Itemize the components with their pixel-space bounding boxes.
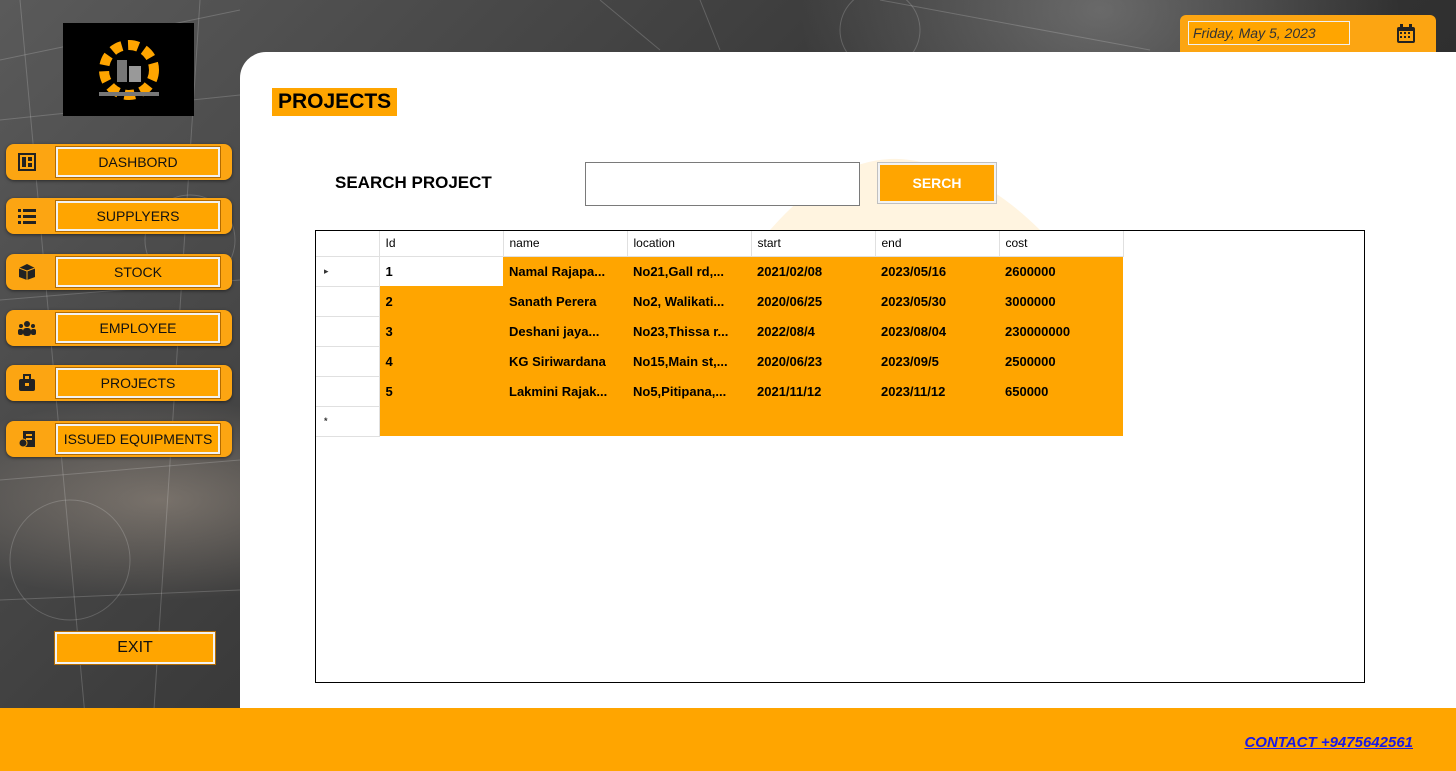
- company-logo: [63, 23, 194, 116]
- cell-start[interactable]: 2021/02/08: [751, 256, 875, 286]
- cell-cost[interactable]: 230000000: [999, 316, 1123, 346]
- new-row[interactable]: *: [316, 406, 1123, 437]
- cell-id[interactable]: 1: [379, 256, 503, 286]
- table-row[interactable]: 2 Sanath Perera No2, Walikati... 2020/06…: [316, 286, 1123, 317]
- new-cell-start[interactable]: [751, 406, 875, 436]
- row-header-corner: [316, 231, 380, 257]
- new-cell-location[interactable]: [627, 406, 751, 436]
- cell-id[interactable]: 4: [379, 346, 503, 376]
- table-row[interactable]: 3 Deshani jaya... No23,Thissa r... 2022/…: [316, 316, 1123, 347]
- issued-equipments-button[interactable]: ISSUED EQUIPMENTS: [55, 423, 221, 455]
- cell-id[interactable]: 3: [379, 316, 503, 346]
- new-cell-end[interactable]: [875, 406, 999, 436]
- new-cell-id[interactable]: [379, 406, 503, 436]
- column-header-start[interactable]: start: [751, 231, 876, 257]
- sidebar-item-projects[interactable]: PROJECTS: [6, 365, 232, 401]
- table-row[interactable]: 5 Lakmini Rajak... No5,Pitipana,... 2021…: [316, 376, 1123, 407]
- cell-name[interactable]: KG Siriwardana: [503, 346, 627, 376]
- current-row-indicator[interactable]: ▸: [316, 256, 380, 287]
- row-header[interactable]: [316, 346, 380, 377]
- cell-start[interactable]: 2022/08/4: [751, 316, 875, 346]
- dashboard-button[interactable]: DASHBORD: [55, 146, 221, 178]
- cell-location[interactable]: No21,Gall rd,...: [627, 256, 751, 286]
- search-label: SEARCH PROJECT: [335, 173, 492, 192]
- cell-end[interactable]: 2023/11/12: [875, 376, 999, 406]
- cell-cost[interactable]: 650000: [999, 376, 1123, 406]
- cell-cost[interactable]: 2500000: [999, 346, 1123, 376]
- column-header-name[interactable]: name: [503, 231, 628, 257]
- page-title: PROJECTS: [272, 88, 398, 116]
- suppliers-button[interactable]: SUPPLYERS: [55, 200, 221, 232]
- search-button[interactable]: SERCH: [877, 162, 997, 204]
- column-header-location[interactable]: location: [627, 231, 752, 257]
- new-cell-cost[interactable]: [999, 406, 1123, 436]
- sidebar-item-stock[interactable]: STOCK: [6, 254, 232, 290]
- cell-location[interactable]: No15,Main st,...: [627, 346, 751, 376]
- people-icon: [18, 321, 36, 336]
- cell-start[interactable]: 2020/06/25: [751, 286, 875, 316]
- row-header[interactable]: [316, 286, 380, 317]
- exit-button[interactable]: EXIT: [54, 631, 216, 665]
- sidebar-item-suppliers[interactable]: SUPPLYERS: [6, 198, 232, 234]
- date-panel: Friday, May 5, 2023: [1180, 15, 1436, 52]
- date-display: Friday, May 5, 2023: [1188, 21, 1350, 45]
- column-header-end[interactable]: end: [875, 231, 1000, 257]
- column-header-id[interactable]: Id: [379, 231, 504, 257]
- briefcase-icon: [19, 374, 35, 391]
- cell-cost[interactable]: 3000000: [999, 286, 1123, 316]
- table-row[interactable]: ▸ 1 Namal Rajapa... No21,Gall rd,... 202…: [316, 256, 1123, 287]
- column-header-cost[interactable]: cost: [999, 231, 1124, 257]
- cell-location[interactable]: No23,Thissa r...: [627, 316, 751, 346]
- table-row[interactable]: 4 KG Siriwardana No15,Main st,... 2020/0…: [316, 346, 1123, 377]
- cell-name[interactable]: Lakmini Rajak...: [503, 376, 627, 406]
- sidebar-item-employee[interactable]: EMPLOYEE: [6, 310, 232, 346]
- list-icon: [18, 209, 36, 224]
- cell-start[interactable]: 2020/06/23: [751, 346, 875, 376]
- employee-button[interactable]: EMPLOYEE: [55, 312, 221, 344]
- cell-location[interactable]: No2, Walikati...: [627, 286, 751, 316]
- footer-bar: CONTACT +9475642561: [0, 708, 1456, 771]
- cell-id[interactable]: 2: [379, 286, 503, 316]
- cell-end[interactable]: 2023/08/04: [875, 316, 999, 346]
- cell-id[interactable]: 5: [379, 376, 503, 406]
- cell-start[interactable]: 2021/11/12: [751, 376, 875, 406]
- row-header[interactable]: [316, 316, 380, 347]
- stock-button[interactable]: STOCK: [55, 256, 221, 288]
- contact-link[interactable]: CONTACT +9475642561: [1244, 734, 1413, 751]
- invoice-icon: [18, 431, 35, 448]
- grid-header-row: Id name location start end cost: [316, 231, 1124, 257]
- dashboard-icon: [18, 153, 36, 171]
- cell-cost[interactable]: 2600000: [999, 256, 1123, 286]
- cell-end[interactable]: 2023/09/5: [875, 346, 999, 376]
- new-row-indicator[interactable]: *: [316, 406, 380, 437]
- cell-name[interactable]: Namal Rajapa...: [503, 256, 627, 286]
- cell-name[interactable]: Sanath Perera: [503, 286, 627, 316]
- cell-end[interactable]: 2023/05/30: [875, 286, 999, 316]
- projects-data-grid[interactable]: Id name location start end cost ▸ 1 Nama…: [315, 230, 1365, 683]
- new-cell-name[interactable]: [503, 406, 627, 436]
- row-header[interactable]: [316, 376, 380, 407]
- sidebar-item-dashboard[interactable]: DASHBORD: [6, 144, 232, 180]
- cell-end[interactable]: 2023/05/16: [875, 256, 999, 286]
- search-input[interactable]: [585, 162, 860, 206]
- projects-button[interactable]: PROJECTS: [55, 367, 221, 399]
- boxes-icon: [18, 264, 36, 280]
- cell-name[interactable]: Deshani jaya...: [503, 316, 627, 346]
- gear-building-logo-icon: [98, 39, 159, 100]
- sidebar-item-issued-equipments[interactable]: ISSUED EQUIPMENTS: [6, 421, 232, 457]
- cell-location[interactable]: No5,Pitipana,...: [627, 376, 751, 406]
- calendar-icon[interactable]: [1396, 24, 1416, 44]
